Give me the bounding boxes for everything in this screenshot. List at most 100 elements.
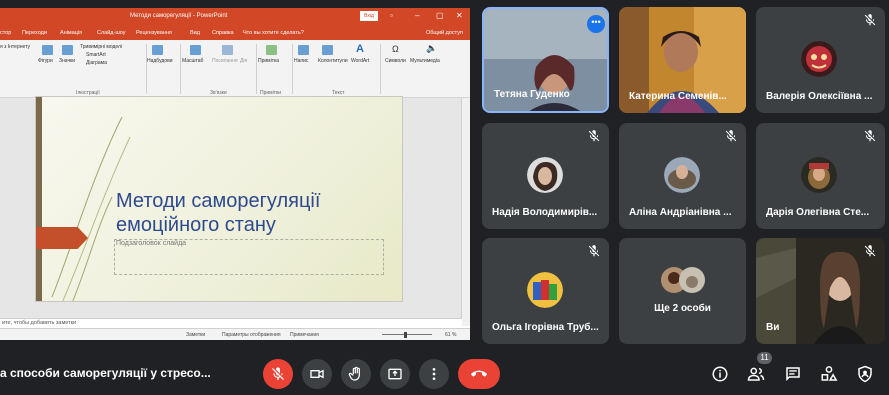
- tell-me-search[interactable]: Что вы хотите сделать?: [243, 30, 304, 36]
- ribbon-wordart[interactable]: WordArt: [351, 58, 369, 64]
- menu-help[interactable]: Справка: [212, 30, 234, 36]
- more-options-bottom-button[interactable]: [419, 359, 449, 389]
- present-icon: [388, 368, 402, 380]
- participant-tile-valeriia[interactable]: Валерія Олексіївна ...: [756, 7, 885, 113]
- grouped-avatars: [661, 267, 705, 293]
- vertical-scrollbar[interactable]: [461, 98, 470, 326]
- menu-transitions[interactable]: Переходи: [22, 30, 47, 36]
- ribbon-online-pictures[interactable]: я з Інтернету: [0, 44, 30, 50]
- mic-off-icon: [864, 130, 876, 142]
- share-button[interactable]: Общий доступ: [426, 30, 463, 36]
- status-notes[interactable]: Заметки: [186, 332, 205, 338]
- participant-name: Ольга Ігорівна Труб...: [492, 322, 599, 333]
- activities-icon[interactable]: [820, 365, 838, 383]
- meeting-title: а способи саморегуляції у стресо...: [0, 366, 211, 380]
- mic-off-icon: [588, 130, 600, 142]
- shapes-icon[interactable]: [42, 45, 53, 55]
- ribbon-comment[interactable]: Примітка: [258, 58, 279, 64]
- slide-arrow-shape: [36, 227, 88, 249]
- slide-canvas[interactable]: Методи саморегуляції емоційного стану По…: [35, 96, 403, 302]
- participant-tile-kateryna[interactable]: Катерина Семенів...: [619, 7, 746, 113]
- status-comments[interactable]: Примечания: [290, 332, 319, 338]
- avatar: [664, 157, 700, 193]
- raise-hand-icon: [348, 366, 360, 381]
- avatar: [801, 157, 837, 193]
- ribbon-zoom[interactable]: Масштаб: [182, 58, 203, 64]
- camera-icon: [310, 369, 324, 379]
- leave-call-button[interactable]: [458, 359, 500, 389]
- ribbon-action[interactable]: Дія: [240, 58, 247, 64]
- participant-tile-dariia[interactable]: Дарія Олегівна Сте...: [756, 123, 885, 229]
- media-icon[interactable]: 🔈: [426, 43, 437, 54]
- ribbon-icons[interactable]: Значки: [59, 58, 75, 64]
- addins-icon[interactable]: [152, 45, 163, 55]
- participant-name: Ви: [766, 322, 780, 333]
- comment-icon[interactable]: [266, 45, 277, 55]
- menu-insert[interactable]: стор: [0, 30, 11, 36]
- maximize-icon[interactable]: ▢: [436, 11, 444, 20]
- textbox-icon[interactable]: [298, 45, 309, 55]
- menu-slideshow[interactable]: Слайд-шоу: [97, 30, 126, 36]
- participant-name: Тетяна Гуденко: [494, 89, 570, 100]
- participant-tile-tetiana[interactable]: ••• Тетяна Гуденко: [482, 7, 609, 113]
- host-controls-icon[interactable]: [856, 365, 874, 383]
- participant-count-badge: 11: [757, 352, 772, 364]
- meet-window: Методи саморегуляції - PowerPoint Вхід ▫…: [0, 0, 889, 395]
- close-icon[interactable]: ✕: [456, 11, 463, 20]
- participant-name: Валерія Олексіївна ...: [766, 91, 873, 102]
- info-icon[interactable]: [711, 365, 729, 383]
- avatar: [527, 272, 563, 308]
- minimize-icon[interactable]: –: [415, 11, 419, 20]
- symbols-icon[interactable]: Ω: [392, 44, 399, 54]
- participant-tile-alina[interactable]: Аліна Андріанівна ...: [619, 123, 746, 229]
- ribbon-3d-models[interactable]: Тривимірні моделі: [80, 44, 122, 50]
- menu-animation[interactable]: Анімація: [60, 30, 82, 36]
- ribbon-addins[interactable]: Надбудови: [147, 58, 173, 64]
- participant-tile-more[interactable]: Ще 2 особи: [619, 238, 746, 344]
- chat-icon[interactable]: [784, 365, 802, 383]
- participant-tile-nadiia[interactable]: Надія Володимирів...: [482, 123, 609, 229]
- zoom-slider[interactable]: [382, 334, 432, 335]
- link-icon[interactable]: [222, 45, 233, 55]
- raise-hand-button[interactable]: [341, 359, 371, 389]
- ribbon-symbols[interactable]: Символи: [385, 58, 406, 64]
- avatar: [527, 157, 563, 193]
- ppt-window-title: Методи саморегуляції - PowerPoint: [130, 13, 228, 19]
- icons-icon[interactable]: [62, 45, 73, 55]
- sign-in-button[interactable]: Вхід: [360, 11, 378, 21]
- ribbon-display-icon[interactable]: ▫: [390, 11, 393, 20]
- ribbon-smartart[interactable]: SmartArt: [86, 52, 106, 58]
- ribbon-header-footer[interactable]: Колонтитули: [318, 58, 348, 64]
- wordart-icon[interactable]: A: [356, 43, 364, 55]
- present-button[interactable]: [380, 359, 410, 389]
- ribbon-textbox[interactable]: Напис: [294, 58, 308, 64]
- zoom-icon[interactable]: [190, 45, 201, 55]
- avatar: [801, 41, 837, 77]
- ribbon-media[interactable]: Мультимедіа: [410, 58, 440, 64]
- zoom-slider-knob[interactable]: [404, 332, 407, 338]
- ppt-title-bar: Методи саморегуляції - PowerPoint Вхід ▫…: [0, 8, 470, 26]
- mic-off-icon: [272, 367, 284, 380]
- ribbon-shapes[interactable]: Фігури: [38, 58, 53, 64]
- more-options-button[interactable]: •••: [587, 15, 605, 33]
- mic-toggle-button[interactable]: [263, 359, 293, 389]
- menu-review[interactable]: Рецензування: [136, 30, 172, 36]
- notes-pane[interactable]: ите, чтобы добавить заметки: [0, 318, 462, 328]
- ppt-ribbon: я з Інтернету Фігури Значки Тривимірні м…: [0, 40, 470, 98]
- header-footer-icon[interactable]: [322, 45, 333, 55]
- people-icon[interactable]: [747, 365, 765, 383]
- ribbon-chart[interactable]: Діаграма: [86, 60, 107, 66]
- participant-name: Аліна Андріанівна ...: [629, 207, 732, 218]
- participant-name: Дарія Олегівна Сте...: [766, 207, 870, 218]
- participant-tile-olha[interactable]: Ольга Ігорівна Труб...: [482, 238, 609, 344]
- zoom-level[interactable]: 61 %: [445, 332, 456, 338]
- mic-off-icon: [588, 245, 600, 257]
- status-display-settings[interactable]: Параметры отображения: [222, 332, 281, 338]
- slide-title[interactable]: Методи саморегуляції емоційного стану: [116, 189, 396, 237]
- participant-name: Надія Володимирів...: [492, 207, 598, 218]
- participant-tile-self[interactable]: Ви: [756, 238, 885, 344]
- ribbon-link[interactable]: Посилання: [212, 58, 238, 64]
- menu-view[interactable]: Вид: [190, 30, 200, 36]
- ppt-status-bar: Заметки Параметры отображения Примечания…: [0, 328, 470, 340]
- camera-toggle-button[interactable]: [302, 359, 332, 389]
